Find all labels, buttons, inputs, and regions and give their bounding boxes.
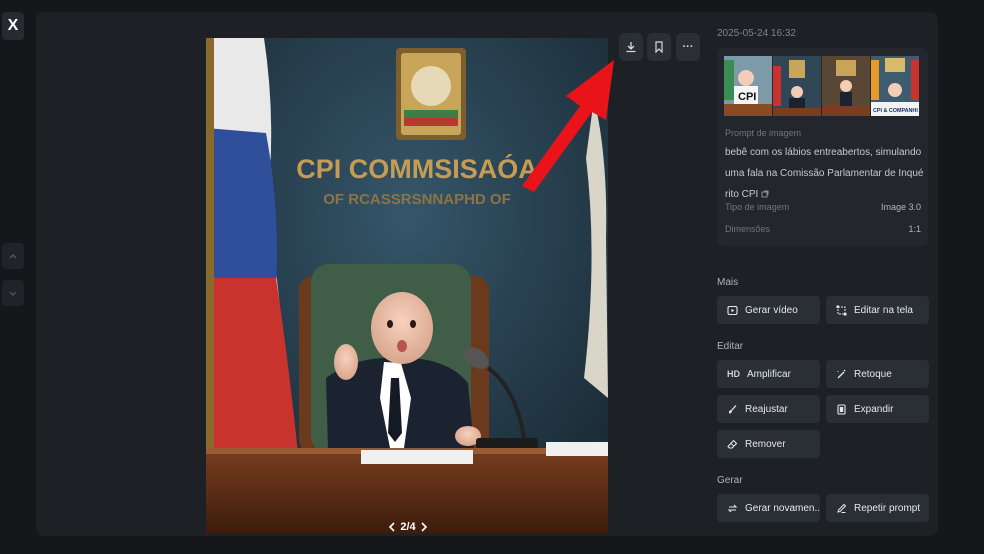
thumbnail-1[interactable]: CPI [724,56,772,116]
image-counter: 2/4 [400,521,416,533]
thumbnail-1-caption: CPI [738,91,756,103]
chevron-down-icon [9,291,17,297]
eraser-icon [727,439,738,449]
red-arrow-annotation [522,60,614,192]
close-button[interactable]: X [2,12,24,40]
generate-video-button[interactable]: Gerar vídeo [717,296,820,324]
meta-label: Tipo de imagem [725,202,790,212]
more-options-button[interactable]: ··· [676,33,700,61]
thumbnail-4[interactable]: CPI & COMPANHI [871,56,919,116]
readjust-button[interactable]: Reajustar [717,395,820,423]
meta-value: Image 3.0 [880,202,921,212]
brush-icon [728,404,737,413]
thumbnail-4-caption: CPI & COMPANHI [873,108,918,114]
pencil-icon [837,503,847,513]
prompt-text[interactable]: bebê com os lábios entreabertos, simulan… [725,142,925,205]
section-title-gerar: Gerar [717,475,743,486]
thumbnail-2[interactable] [773,56,821,116]
meta-row-dimensions: Dimensões 1:1 [725,224,921,234]
meta-value: 1:1 [908,224,921,234]
magic-wand-icon [837,369,846,378]
thumbnail-strip: CPI CPI & COMPANHI [724,56,919,116]
bookmark-icon [655,41,663,53]
thumbnail-3[interactable] [822,56,870,116]
expand-icon [837,403,846,415]
regenerate-button[interactable]: Gerar novamen... [717,494,820,522]
chevron-right-icon[interactable] [420,522,428,532]
emblem-subtext: OF RCASSRSNNAPHD OF [323,191,511,208]
remove-button[interactable]: Remover [717,430,820,458]
next-image-button[interactable] [2,280,24,306]
video-icon [727,305,738,315]
image-pager: 2/4 [388,518,428,534]
section-title-mais: Mais [717,277,739,288]
bookmark-button[interactable] [647,33,671,61]
copy-icon[interactable] [761,190,769,198]
hd-icon: HD [727,369,740,379]
previous-image-button[interactable] [2,243,24,269]
chevron-up-icon [9,253,17,259]
repeat-prompt-button[interactable]: Repetir prompt [826,494,929,522]
refresh-icon [727,504,738,512]
section-title-editar: Editar [717,341,744,352]
meta-row-image-type: Tipo de imagem Image 3.0 [725,202,921,212]
edit-on-canvas-button[interactable]: Editar na tela [826,296,929,324]
download-icon [626,42,636,53]
prompt-label: Prompt de imagem [725,128,802,138]
chevron-left-icon[interactable] [388,522,396,532]
emblem-text: CPI COMMSISAÓA [296,153,538,184]
upscale-button[interactable]: HD Amplificar [717,360,820,388]
meta-label: Dimensões [725,224,771,234]
timestamp: 2025-05-24 16:32 [717,28,796,39]
retouch-button[interactable]: Retoque [826,360,929,388]
expand-button[interactable]: Expandir [826,395,929,423]
image-details-card: CPI CPI & COMPANHI Prompt de imagem bebê… [717,48,928,246]
canvas-edit-icon [836,305,847,315]
